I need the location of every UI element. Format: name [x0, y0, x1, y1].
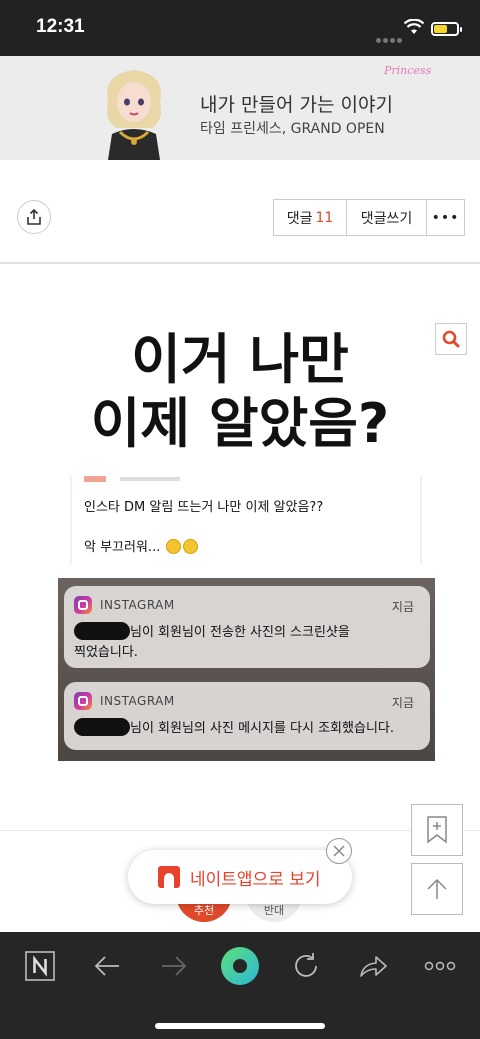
- notification-card: INSTAGRAM 지금 님이 회원님이 전송한 사진의 스크린샷을 찍었습니다…: [64, 586, 430, 668]
- nate-home-icon: [25, 951, 55, 981]
- notification-header: INSTAGRAM: [74, 596, 175, 614]
- banner-subtitle: 타임 프린세스, GRAND OPEN: [200, 121, 385, 137]
- notification-body: 님이 회원님의 사진 메시지를 다시 조회했습니다.: [74, 718, 394, 739]
- wifi-icon: [403, 18, 425, 39]
- share-button[interactable]: [17, 200, 51, 234]
- redacted-username: [74, 622, 130, 640]
- princess-character-image: [94, 62, 174, 160]
- refresh-button[interactable]: [286, 946, 326, 986]
- comment-button-group: 댓글 11 댓글쓰기 •••: [273, 199, 465, 236]
- headline-line-1: 이거 나만: [131, 328, 349, 391]
- more-menu-button[interactable]: [420, 946, 460, 986]
- open-in-app-text: 네이트앱으로 보기: [190, 869, 321, 890]
- back-button[interactable]: [87, 946, 127, 986]
- notification-header: INSTAGRAM: [74, 692, 175, 710]
- forward-button[interactable]: [154, 946, 194, 986]
- notification-screenshot: INSTAGRAM 지금 님이 회원님이 전송한 사진의 스크린샷을 찍었습니다…: [58, 578, 435, 761]
- bookmark-add-icon: [427, 816, 447, 844]
- game-logo: Princess: [384, 64, 432, 77]
- banner-title: 내가 만들어 가는 이야기: [200, 94, 393, 116]
- cropped-header: [84, 476, 180, 482]
- instagram-icon: [74, 692, 92, 710]
- nate-logo-icon: [158, 866, 180, 888]
- share-arrow-icon: [360, 956, 387, 977]
- more-dots-icon: [424, 961, 456, 971]
- section-divider: [0, 262, 480, 264]
- nate-circle-icon: [221, 947, 259, 985]
- comments-button[interactable]: 댓글 11: [274, 200, 347, 235]
- notification-app-name: INSTAGRAM: [100, 694, 175, 708]
- dm-card-text: 인스타 DM 알림 뜨는거 나만 이제 알았음??: [84, 500, 324, 515]
- share-page-button[interactable]: [353, 946, 393, 986]
- dm-post-card: 인스타 DM 알림 뜨는거 나만 이제 알았음?? 악 부끄러워...: [70, 476, 422, 564]
- cellular-signal-icon: [376, 28, 404, 47]
- notification-app-name: INSTAGRAM: [100, 598, 175, 612]
- arrow-right-icon: [162, 956, 187, 976]
- nate-center-button[interactable]: [220, 946, 260, 986]
- dm-card-reaction: 악 부끄러워...: [84, 536, 199, 555]
- battery-fill: [434, 25, 447, 33]
- notification-time: 지금: [391, 696, 414, 710]
- scroll-top-button[interactable]: [411, 863, 463, 915]
- notification-time: 지금: [391, 600, 414, 614]
- battery-icon: [431, 22, 462, 36]
- notification-card: INSTAGRAM 지금 님이 회원님의 사진 메시지를 다시 조회했습니다.: [64, 682, 430, 750]
- headline-line-2: 이제 알았음?: [90, 392, 390, 455]
- crying-emoji-icon: [183, 539, 199, 554]
- arrow-left-icon: [94, 956, 119, 976]
- refresh-icon: [295, 953, 317, 977]
- nate-home-button[interactable]: [20, 946, 60, 986]
- more-options-button[interactable]: •••: [427, 200, 464, 235]
- article-action-row: 댓글 11 댓글쓰기 •••: [0, 186, 480, 246]
- ad-banner[interactable]: Princess 내가 만들어 가는 이야기 타임 프린세스, GRAND OP…: [0, 56, 480, 160]
- arrow-up-icon: [427, 878, 447, 899]
- status-time: 12:31: [36, 16, 85, 37]
- browser-toolbar: [0, 932, 480, 1039]
- redacted-username: [74, 718, 130, 736]
- post-image-headline: 이거 나만 이제 알았음?: [0, 328, 480, 456]
- content-divider: [0, 830, 480, 831]
- close-icon: [333, 845, 345, 857]
- home-indicator[interactable]: [155, 1023, 325, 1029]
- comment-count: 11: [315, 209, 334, 226]
- notification-body: 님이 회원님이 전송한 사진의 스크린샷을 찍었습니다.: [74, 622, 350, 663]
- open-in-app-popup[interactable]: 네이트앱으로 보기: [128, 850, 352, 904]
- write-comment-button[interactable]: 댓글쓰기: [347, 200, 427, 235]
- popup-close-button[interactable]: [326, 838, 352, 864]
- crying-emoji-icon: [166, 539, 182, 554]
- comments-label: 댓글: [286, 210, 313, 227]
- share-icon: [27, 209, 41, 225]
- bookmark-button[interactable]: [411, 804, 463, 856]
- status-bar: 12:31: [0, 0, 480, 56]
- instagram-icon: [74, 596, 92, 614]
